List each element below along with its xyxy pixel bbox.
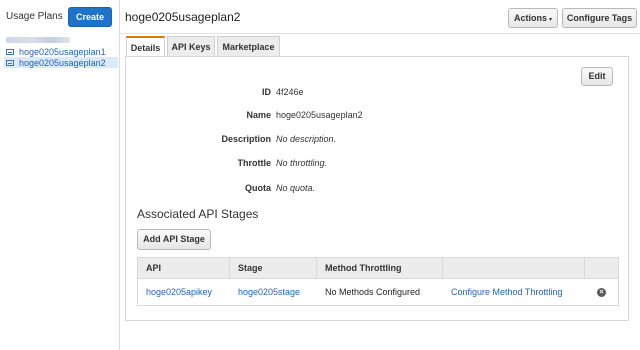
name-label: Name: [246, 110, 271, 120]
usage-plan-icon: [6, 48, 14, 55]
quota-value: No quota.: [276, 183, 316, 193]
quota-label: Quota: [245, 183, 271, 193]
sidebar-item-label: hoge0205usageplan2: [19, 57, 106, 68]
configure-tags-button[interactable]: Configure Tags: [562, 8, 637, 28]
table-row: hoge0205apikey hoge0205stage No Methods …: [138, 279, 618, 305]
sidebar: Usage Plans Create hoge0205usageplan1 ho…: [0, 0, 120, 350]
remove-circle-icon[interactable]: ×: [597, 287, 606, 297]
section-title: Associated API Stages: [137, 207, 259, 221]
app: Usage Plans Create hoge0205usageplan1 ho…: [0, 0, 640, 350]
create-button[interactable]: Create: [68, 7, 112, 27]
description-label: Description: [221, 134, 271, 144]
sidebar-item-label: hoge0205usageplan1: [19, 46, 106, 57]
sidebar-header: Usage Plans Create: [0, 0, 119, 34]
stages-table: API Stage Method Throttling hoge0205apik…: [137, 257, 619, 306]
throttle-value: No throttling.: [276, 158, 328, 168]
usage-plan-icon: [6, 59, 14, 66]
id-label: ID: [262, 87, 271, 97]
header-divider: [120, 33, 640, 34]
blurred-item: [6, 37, 70, 43]
column-header-method-throttling: Method Throttling: [317, 258, 443, 278]
actions-button[interactable]: Actions ▾: [508, 8, 558, 28]
column-header-remove: [585, 258, 618, 278]
caret-down-icon: ▾: [549, 17, 553, 23]
api-link[interactable]: hoge0205apikey: [146, 287, 212, 297]
sidebar-item-usageplan2[interactable]: hoge0205usageplan2: [4, 57, 118, 68]
column-header-action: [443, 258, 585, 278]
name-value: hoge0205usageplan2: [276, 110, 363, 120]
sidebar-title: Usage Plans: [6, 11, 63, 22]
throttle-label: Throttle: [237, 158, 272, 168]
actions-label: Actions: [513, 13, 547, 23]
description-value: No description.: [276, 134, 337, 144]
stage-cell: hoge0205stage: [230, 279, 317, 305]
column-header-stage: Stage: [230, 258, 317, 278]
tab-marketplace[interactable]: Marketplace: [217, 36, 280, 56]
api-cell: hoge0205apikey: [138, 279, 230, 305]
table-header: API Stage Method Throttling: [138, 258, 618, 279]
details-panel: Edit ID 4f246e Name hoge0205usageplan2 D…: [125, 56, 629, 321]
page-title: hoge0205usageplan2: [125, 10, 241, 24]
action-cell: Configure Method Throttling: [443, 279, 585, 305]
edit-button[interactable]: Edit: [581, 67, 613, 86]
tab-details[interactable]: Details: [126, 36, 165, 57]
id-value: 4f246e: [276, 87, 304, 97]
remove-cell: ×: [585, 279, 618, 305]
throttling-cell: No Methods Configured: [325, 287, 421, 297]
stage-link[interactable]: hoge0205stage: [238, 287, 300, 297]
configure-method-throttling-link[interactable]: Configure Method Throttling: [451, 287, 562, 297]
tab-api-keys[interactable]: API Keys: [167, 36, 215, 56]
add-api-stage-button[interactable]: Add API Stage: [137, 229, 211, 250]
column-header-api: API: [138, 258, 230, 278]
sidebar-item-usageplan1[interactable]: hoge0205usageplan1: [4, 46, 118, 57]
